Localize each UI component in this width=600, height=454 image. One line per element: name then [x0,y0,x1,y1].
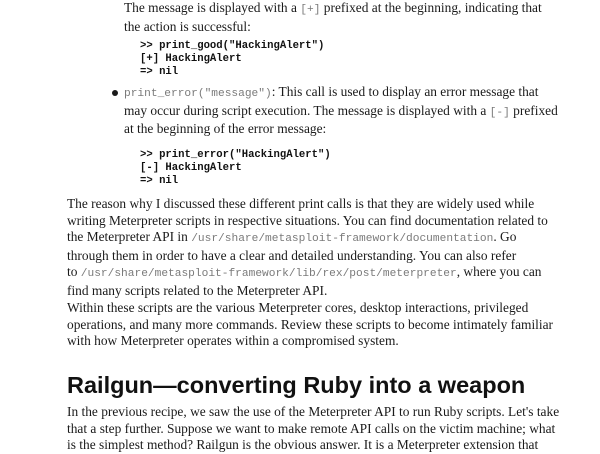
text-line: at the beginning of the error message: [124,121,327,136]
code-line: >> print_good("HackingAlert") [140,40,325,52]
inline-code-path: /usr/share/metasploit-framework/lib/rex/… [80,268,457,280]
code-line: >> print_error("HackingAlert") [140,149,331,161]
section-heading: Railgun—converting Ruby into a weapon [67,372,526,398]
print-error-bullet: print_error("message"): This call is use… [124,84,576,138]
inline-code: print_error("message") [124,88,272,100]
inline-code: [+] [300,4,321,16]
code-line: => nil [140,66,179,78]
text-run: The message is displayed with a [124,0,301,15]
text-line: find many scripts related to the Meterpr… [67,282,328,298]
text-run: the Meterpreter API in [67,229,192,244]
code-line: [-] HackingAlert [140,162,242,174]
text-line: through them in order to have a clear an… [67,247,517,263]
code-block-print-error: >> print_error("HackingAlert") [-] Hacki… [140,149,331,188]
text-line: In the previous recipe, we saw the use o… [67,404,560,419]
text-run: . Go [493,229,517,244]
code-line: => nil [140,175,179,187]
print-good-description: The message is displayed with a [+] pref… [124,0,576,35]
inline-code-path: /usr/share/metasploit-framework/document… [191,233,494,245]
text-line: is the simplest method? Railgun is the o… [67,437,539,452]
book-page: The message is displayed with a [+] pref… [0,0,600,452]
text-run: prefixed at the beginning, indicating th… [320,0,542,15]
text-run: , where you can [456,264,542,279]
bullet-icon [112,90,118,96]
code-line: [+] HackingAlert [140,53,242,65]
text-line: operations, and many more commands. Revi… [67,316,554,332]
text-line: with how Meterpreter operates within a c… [67,333,399,348]
text-line: the action is successful: [124,18,251,34]
reason-paragraph: The reason why I discussed these differe… [67,196,585,299]
text-run: to [67,264,81,279]
text-run: : This call is used to display an error … [271,84,539,99]
text-line: writing Meterpreter scripts in respectiv… [67,212,548,228]
text-line: The reason why I discussed these differe… [67,196,535,211]
text-run: may occur during script execution. The m… [124,102,490,118]
text-line: that a step further. Suppose we want to … [67,420,556,436]
text-line: Within these scripts are the various Met… [67,300,529,315]
railgun-intro-paragraph: In the previous recipe, we saw the use o… [67,404,585,454]
within-scripts-paragraph: Within these scripts are the various Met… [67,300,585,350]
text-run: prefixed [509,102,558,118]
code-block-print-good: >> print_good("HackingAlert") [+] Hackin… [140,40,324,79]
inline-code: [-] [489,106,510,119]
